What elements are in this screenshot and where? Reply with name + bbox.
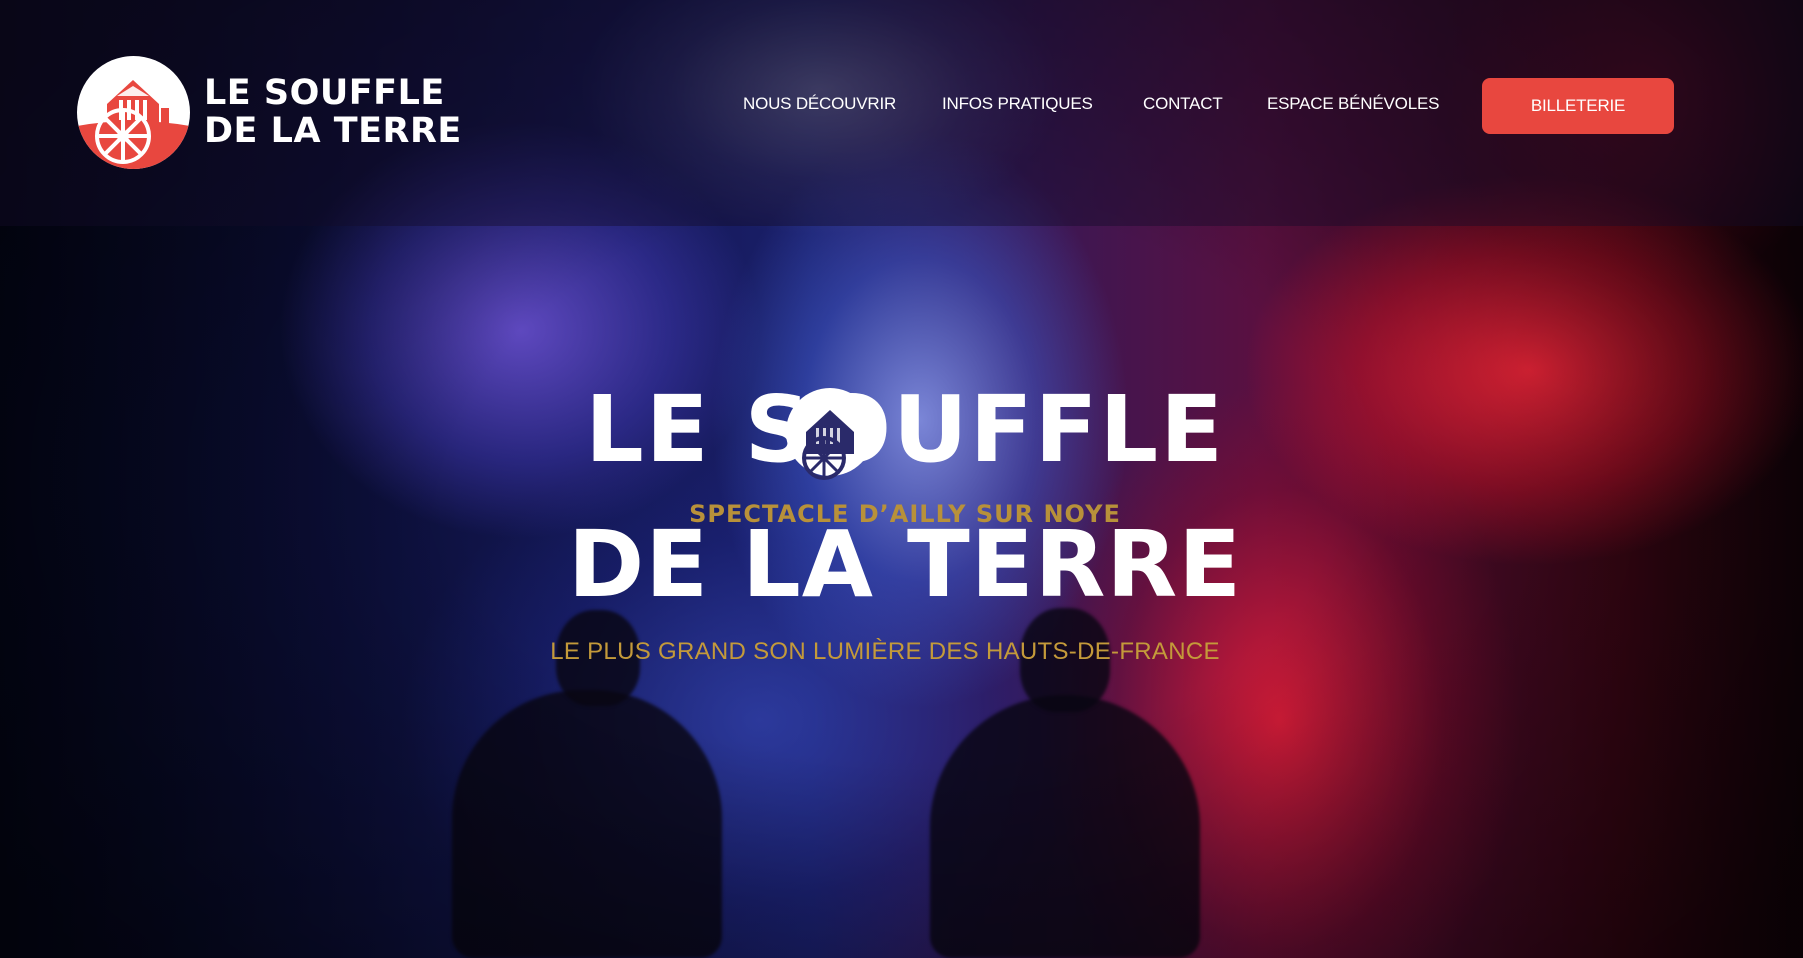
- watermill-icon: [780, 380, 880, 480]
- hero-title-line2: DE LA TERRE: [567, 511, 1243, 618]
- logo-line2: DE LA TERRE: [204, 111, 462, 151]
- nav-infos-pratiques[interactable]: INFOS PRATIQUES: [942, 94, 1093, 114]
- nav-espace-benevoles[interactable]: ESPACE BÉNÉVOLES: [1267, 94, 1439, 114]
- hero-tagline: LE PLUS GRAND SON LUMIÈRE DES HAUTS-DE-F…: [550, 638, 1220, 665]
- logo-line1: LE SOUFFLE: [204, 73, 445, 113]
- hero-title-line1: LE SOUFFLE: [585, 376, 1225, 483]
- watermill-icon[interactable]: [77, 56, 190, 169]
- logo-text[interactable]: LE SOUFFLE DE LA TERRE: [204, 74, 462, 150]
- nav-contact[interactable]: CONTACT: [1143, 94, 1223, 114]
- site-header: LE SOUFFLE DE LA TERRE NOUS DÉCOUVRIR IN…: [0, 0, 1803, 226]
- nav-nous-decouvrir[interactable]: NOUS DÉCOUVRIR: [743, 94, 896, 114]
- page: LE SOUFFLE DE LA TERRE NOUS DÉCOUVRIR IN…: [0, 0, 1803, 958]
- billeterie-button[interactable]: BILLETERIE: [1482, 78, 1674, 134]
